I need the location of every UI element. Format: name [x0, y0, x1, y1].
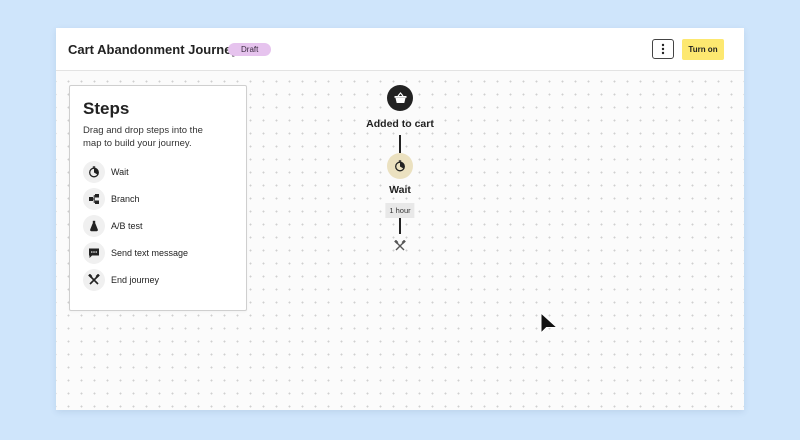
more-vertical-icon [661, 43, 665, 55]
step-label: Send text message [111, 248, 189, 258]
step-send-text[interactable]: Send text message [83, 242, 188, 264]
steps-description: Drag and drop steps into the map to buil… [83, 125, 203, 149]
more-options-button[interactable] [652, 39, 674, 59]
turn-on-button[interactable]: Turn on [682, 39, 724, 60]
step-label: Branch [111, 194, 140, 204]
step-wait[interactable]: Wait [83, 161, 129, 183]
branch-icon [83, 188, 105, 210]
journey-canvas[interactable]: Steps Drag and drop steps into the map t… [56, 71, 744, 410]
journey-title: Cart Abandonment Journey [68, 42, 239, 57]
step-label: End journey [111, 275, 160, 285]
timer-icon [395, 160, 405, 172]
timer-icon [83, 161, 105, 183]
wait-node[interactable] [387, 153, 413, 179]
trigger-node[interactable] [387, 85, 413, 111]
steps-panel: Steps Drag and drop steps into the map t… [69, 85, 247, 311]
end-journey-icon[interactable] [394, 239, 406, 257]
steps-title: Steps [83, 99, 130, 118]
step-label: A/B test [111, 221, 143, 231]
flask-icon [83, 215, 105, 237]
step-end-journey[interactable]: End journey [83, 269, 159, 291]
step-label: Wait [111, 167, 129, 177]
connector-line [399, 218, 401, 234]
message-icon [83, 242, 105, 264]
app-window: Cart Abandonment Journey Draft Turn on S… [56, 28, 744, 410]
step-branch[interactable]: Branch [83, 188, 140, 210]
header-bar: Cart Abandonment Journey Draft Turn on [56, 28, 744, 71]
connector-line [399, 135, 401, 153]
trigger-label: Added to cart [366, 118, 434, 130]
wait-duration-chip[interactable]: 1 hour [385, 203, 415, 218]
step-ab-test[interactable]: A/B test [83, 215, 143, 237]
crossed-tools-icon [83, 269, 105, 291]
mouse-pointer-icon [540, 312, 559, 335]
status-badge: Draft [228, 43, 272, 56]
basket-icon [394, 92, 406, 103]
wait-label: Wait [389, 184, 411, 196]
